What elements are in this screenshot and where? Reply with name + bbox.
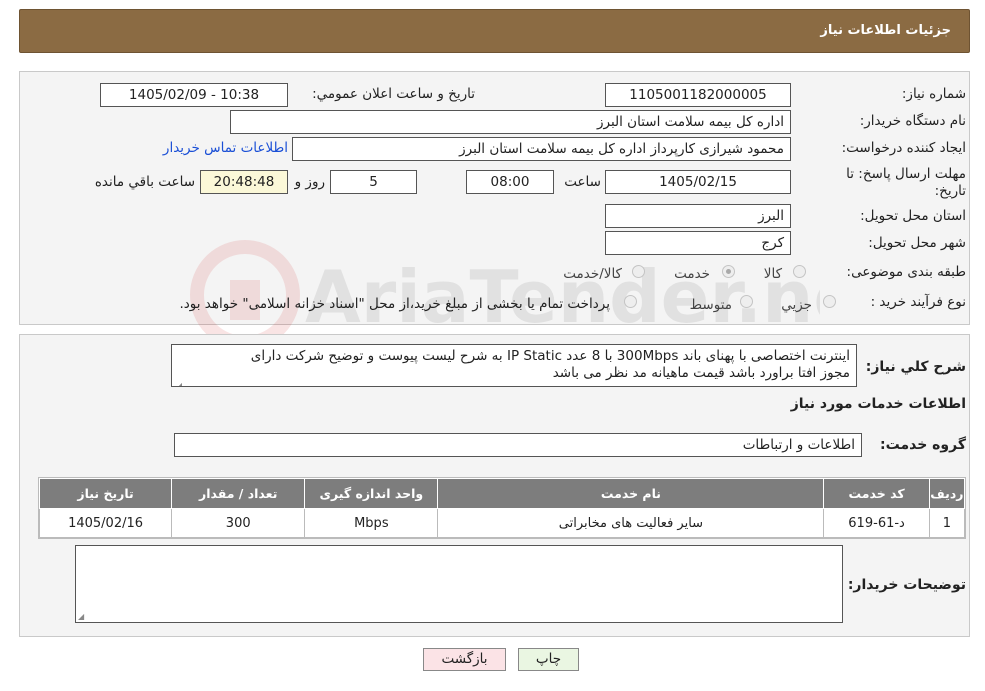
cell-need-date: 1405/02/16 (38, 508, 173, 538)
summary-line-1: اینترنت اختصاصی با پهنای باند 300Mbps با… (250, 348, 850, 364)
purchase-minor-radio[interactable] (823, 295, 836, 308)
summary-line-2: مجوز افتا براورد باشد قیمت ماهیانه مد نظ… (552, 365, 850, 381)
col-name-header: نام خدمت (437, 478, 825, 509)
summary-label: شرح کلي نياز: (865, 359, 966, 375)
col-row-header: رديف (928, 478, 966, 509)
deadline-time-label: ساعت (564, 174, 601, 190)
page-title: جزئیات اطلاعات نیاز (820, 23, 951, 38)
category-goods-service-label: کالا/خدمت (563, 266, 622, 282)
remaining-time-field: 20:48:48 (200, 170, 288, 194)
services-table: رديف کد خدمت نام خدمت واحد اندازه گيری ت… (38, 478, 966, 538)
service-group-label: گروه خدمت: (880, 437, 966, 453)
need-number-label: شماره نیاز: (901, 86, 966, 102)
city-field: کرج (605, 231, 791, 255)
purchase-type-label: نوع فرآيند خريد : (870, 294, 966, 310)
deadline-label-date: تاريخ: (934, 183, 966, 199)
service-group-field: اطلاعات و ارتباطات (174, 433, 862, 457)
category-goods-radio[interactable] (793, 265, 806, 278)
purchase-minor-label: جزيي (781, 297, 812, 313)
summary-textarea[interactable]: اینترنت اختصاصی با پهنای باند 300Mbps با… (171, 344, 857, 387)
page-header: جزئیات اطلاعات نیاز (19, 9, 970, 53)
table-header-row: رديف کد خدمت نام خدمت واحد اندازه گيری ت… (38, 478, 966, 509)
cell-service-name: سایر فعالیت های مخابراتی (437, 508, 825, 538)
treasury-bond-note: پرداخت تمام یا بخشی از مبلغ خرید،از محل … (179, 296, 610, 312)
need-number-field: 1105001182000005 (605, 83, 791, 107)
category-service-label: خدمت (674, 266, 710, 282)
col-date-header: تاريخ نياز (38, 478, 173, 509)
treasury-bond-checkbox[interactable] (624, 295, 637, 308)
col-unit-header: واحد اندازه گيری (304, 478, 439, 509)
creator-label: ايجاد کننده درخواست: (841, 140, 966, 156)
buyer-org-label: نام دستگاه خريدار: (859, 113, 966, 129)
buyer-notes-textarea[interactable] (75, 545, 843, 623)
cell-row-number: 1 (928, 508, 966, 538)
services-heading: اطلاعات خدمات مورد نياز (790, 396, 966, 412)
province-label: استان محل تحويل: (860, 208, 966, 224)
col-qty-header: تعداد / مقدار (171, 478, 306, 509)
notes-resize-handle-icon[interactable]: ◢ (78, 612, 86, 621)
buyer-org-field: اداره کل بیمه سلامت استان البرز (230, 110, 791, 134)
deadline-time-field: 08:00 (466, 170, 554, 194)
creator-field: محمود شیرازی کارپرداز اداره کل بیمه سلام… (292, 137, 791, 161)
category-goods-service-radio[interactable] (632, 265, 645, 278)
announce-date-field: 1405/02/09 - 10:38 (100, 83, 288, 107)
cell-unit: Mbps (304, 508, 439, 538)
days-label: روز و (294, 174, 325, 190)
buyer-contact-link[interactable]: اطلاعات تماس خريدار (163, 140, 288, 156)
buyer-notes-label: توضيحات خريدار: (847, 577, 966, 593)
category-label: طبقه بندی موضوعی: (846, 264, 966, 280)
cell-service-code: د-61-619 (823, 508, 930, 538)
deadline-label: مهلت ارسال پاسخ: تا (846, 166, 966, 182)
category-service-radio[interactable] (722, 265, 735, 278)
resize-handle-icon[interactable]: ◢ (174, 377, 182, 386)
back-button[interactable]: بازگشت (423, 648, 506, 671)
category-goods-label: کالا (763, 266, 782, 282)
col-code-header: کد خدمت (823, 478, 930, 509)
remaining-time-label: ساعت باقي مانده (94, 174, 195, 190)
cell-quantity: 300 (171, 508, 306, 538)
purchase-medium-radio[interactable] (740, 295, 753, 308)
purchase-medium-label: متوسط (689, 297, 732, 313)
deadline-date-field: 1405/02/15 (605, 170, 791, 194)
announce-date-label: تاریخ و ساعت اعلان عمومي: (312, 86, 475, 102)
city-label: شهر محل تحويل: (868, 235, 966, 251)
print-button[interactable]: چاپ (518, 648, 579, 671)
table-row: 1 د-61-619 سایر فعالیت های مخابراتی Mbps… (38, 508, 966, 538)
days-field: 5 (330, 170, 417, 194)
province-field: البرز (605, 204, 791, 228)
